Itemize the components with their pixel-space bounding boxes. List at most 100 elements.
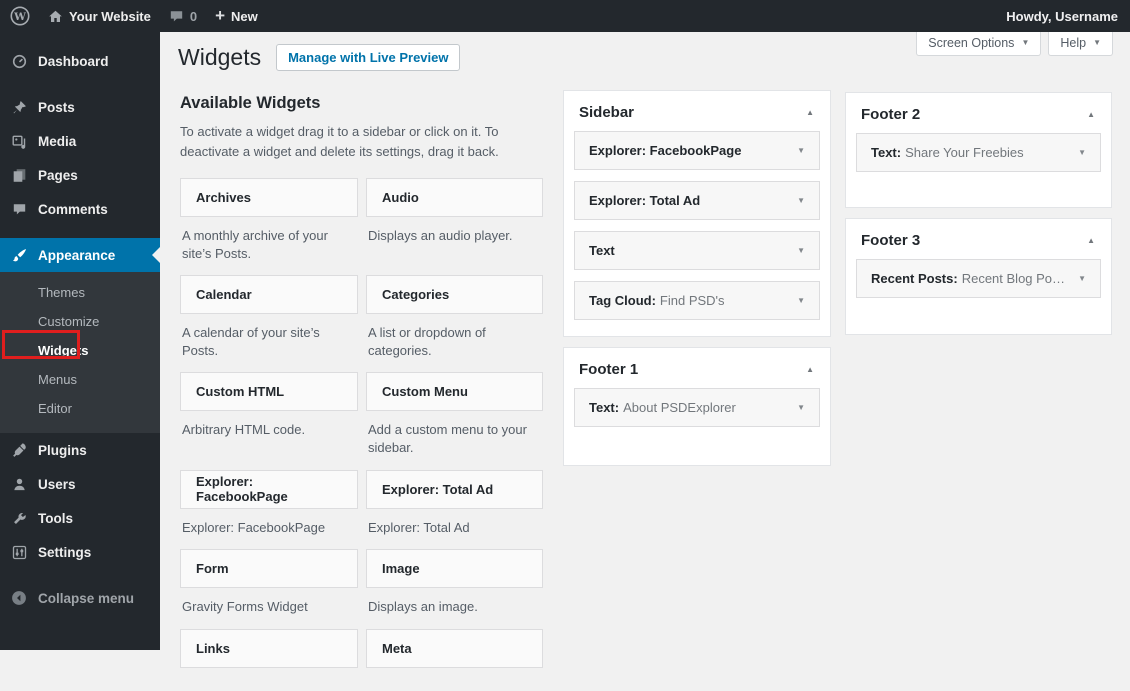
widget-card-custom-html[interactable]: Custom HTML: [180, 372, 358, 412]
help-tab[interactable]: Help ▼: [1048, 32, 1113, 56]
widget-area-sidebar: Sidebar ▲ Explorer: FacebookPage ▼ Explo…: [563, 90, 831, 337]
widget-desc: Arbitrary HTML code.: [182, 422, 306, 438]
area-widget-tag-cloud[interactable]: Tag Cloud: Find PSD's ▼: [574, 281, 820, 320]
chevron-down-icon[interactable]: ▼: [789, 246, 805, 255]
sidebar-item-tools[interactable]: Tools: [0, 501, 160, 535]
area-widget-text[interactable]: Text ▼: [574, 231, 820, 270]
widget-area-footer-3: Footer 3 ▲ Recent Posts: Recent Blog Po……: [845, 218, 1112, 335]
widget-cell-archives: Archives A monthly archive of your site’…: [180, 178, 358, 275]
page-header: Widgets Manage with Live Preview: [178, 44, 461, 71]
widget-desc: A monthly archive of your site’s Posts.: [182, 228, 328, 261]
menu-label: Tools: [38, 510, 73, 526]
submenu-item-themes[interactable]: Themes: [0, 278, 160, 307]
area-widget-text-share[interactable]: Text: Share Your Freebies ▼: [856, 133, 1101, 172]
available-widgets-grid: Archives A monthly archive of your site’…: [180, 178, 543, 690]
widget-cell-calendar: Calendar A calendar of your site’s Posts…: [180, 275, 358, 372]
widget-area-footer-2: Footer 2 ▲ Text: Share Your Freebies ▼: [845, 92, 1112, 208]
submenu-item-editor[interactable]: Editor: [0, 394, 160, 423]
brush-icon: [0, 248, 38, 263]
plus-icon: +: [215, 5, 226, 25]
submenu-item-menus[interactable]: Menus: [0, 365, 160, 394]
dashboard-icon: [0, 54, 38, 69]
widget-areas-column-1: Sidebar ▲ Explorer: FacebookPage ▼ Explo…: [563, 90, 831, 466]
widget-desc: [180, 668, 358, 691]
admin-bar: W Your Website 0 + New Howdy, Username: [0, 0, 1130, 32]
widget-desc: Displays an image.: [368, 599, 478, 615]
sidebar-item-appearance[interactable]: Appearance: [0, 238, 160, 272]
widget-card-audio[interactable]: Audio: [366, 178, 543, 218]
area-widget-explorer-total-ad[interactable]: Explorer: Total Ad ▼: [574, 181, 820, 220]
user-icon: [0, 477, 38, 492]
sidebar-item-comments[interactable]: Comments: [0, 192, 160, 226]
chevron-down-icon: ▼: [1021, 38, 1030, 47]
sidebar-panel-header[interactable]: Sidebar ▲: [564, 91, 830, 131]
wordpress-logo-icon: W: [10, 6, 30, 26]
widget-card-categories[interactable]: Categories: [366, 275, 543, 315]
screen-options-tab[interactable]: Screen Options ▼: [916, 32, 1042, 56]
admin-bar-site-name[interactable]: Your Website: [39, 0, 160, 32]
widget-desc: Add a custom menu to your sidebar.: [368, 422, 527, 456]
sidebar-item-pages[interactable]: Pages: [0, 158, 160, 192]
sidebar-item-media[interactable]: Media: [0, 124, 160, 158]
chevron-up-icon: ▲: [1087, 235, 1095, 245]
submenu-item-widgets[interactable]: Widgets: [0, 336, 160, 365]
sidebar-item-plugins[interactable]: Plugins: [0, 433, 160, 467]
menu-label: Appearance: [38, 247, 116, 263]
panel-title: Sidebar: [579, 104, 635, 121]
widget-area-footer-1: Footer 1 ▲ Text: About PSDExplorer ▼: [563, 347, 831, 466]
chevron-down-icon[interactable]: ▼: [789, 296, 805, 305]
widget-desc: Explorer: Total Ad: [368, 519, 470, 535]
chevron-up-icon: ▲: [1087, 109, 1095, 119]
widget-card-form[interactable]: Form: [180, 549, 358, 589]
screen-meta-links: Screen Options ▼ Help ▼: [916, 32, 1113, 56]
wordpress-logo-menu[interactable]: W: [0, 0, 39, 32]
available-widgets-heading: Available Widgets: [180, 94, 321, 112]
area-widget-text-about[interactable]: Text: About PSDExplorer ▼: [574, 388, 820, 427]
sidebar-item-users[interactable]: Users: [0, 467, 160, 501]
chevron-down-icon[interactable]: ▼: [1070, 148, 1086, 157]
area-widget-recent-posts[interactable]: Recent Posts: Recent Blog Po… ▼: [856, 259, 1101, 298]
admin-bar-howdy[interactable]: Howdy, Username: [1006, 9, 1130, 24]
footer-2-panel-header[interactable]: Footer 2 ▲: [846, 93, 1111, 133]
widget-card-custom-menu[interactable]: Custom Menu: [366, 372, 543, 412]
area-widget-explorer-facebookpage[interactable]: Explorer: FacebookPage ▼: [574, 131, 820, 170]
sidebar-item-dashboard[interactable]: Dashboard: [0, 44, 160, 78]
panel-title: Footer 2: [861, 106, 921, 123]
footer-1-panel-header[interactable]: Footer 1 ▲: [564, 348, 830, 388]
sidebar-item-posts[interactable]: Posts: [0, 90, 160, 124]
chevron-down-icon: ▼: [1093, 38, 1101, 47]
pages-icon: [0, 168, 38, 183]
widget-card-image[interactable]: Image: [366, 549, 543, 589]
admin-bar-comments[interactable]: 0: [160, 0, 206, 32]
chevron-down-icon[interactable]: ▼: [789, 146, 805, 155]
collapse-menu-button[interactable]: Collapse menu: [0, 581, 160, 615]
widget-desc: A calendar of your site’s Posts.: [182, 325, 320, 358]
wrench-icon: [0, 511, 38, 526]
sidebar-item-settings[interactable]: Settings: [0, 535, 160, 569]
widget-cell-categories: Categories A list or dropdown of categor…: [366, 275, 543, 372]
available-widgets-section: Available Widgets To activate a widget d…: [180, 94, 543, 691]
widget-card-explorer-total-ad[interactable]: Explorer: Total Ad: [366, 469, 543, 509]
widget-card-archives[interactable]: Archives: [180, 178, 358, 218]
widget-card-calendar[interactable]: Calendar: [180, 275, 358, 315]
admin-menu: Dashboard Posts Media Pages Comments App…: [0, 32, 160, 650]
widget-card-meta[interactable]: Meta: [366, 628, 543, 668]
widget-cell-form: Form Gravity Forms Widget: [180, 549, 358, 629]
submenu-item-customize[interactable]: Customize: [0, 307, 160, 336]
menu-label: Pages: [38, 167, 78, 183]
chevron-down-icon[interactable]: ▼: [789, 196, 805, 205]
footer-3-panel-header[interactable]: Footer 3 ▲: [846, 219, 1111, 259]
comments-count: 0: [189, 8, 198, 24]
admin-bar-new[interactable]: + New: [206, 0, 267, 32]
manage-with-live-preview-button[interactable]: Manage with Live Preview: [276, 44, 461, 71]
menu-label: Dashboard: [38, 53, 109, 69]
media-icon: [0, 134, 38, 149]
chevron-down-icon[interactable]: ▼: [789, 403, 805, 412]
chevron-down-icon[interactable]: ▼: [1070, 274, 1086, 283]
comment-icon: [0, 202, 38, 216]
panel-title: Footer 3: [861, 232, 921, 249]
widget-cell-audio: Audio Displays an audio player.: [366, 178, 543, 275]
widget-card-links[interactable]: Links: [180, 628, 358, 668]
chevron-up-icon: ▲: [806, 364, 814, 374]
widget-card-explorer-facebookpage[interactable]: Explorer: FacebookPage: [180, 469, 358, 509]
